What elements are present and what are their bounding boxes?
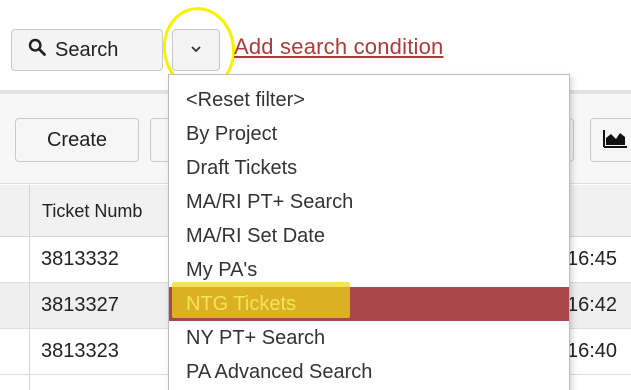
search-button[interactable]: Search <box>11 29 163 71</box>
menu-item-ma-ri-pt-search[interactable]: MA/RI PT+ Search <box>169 185 569 219</box>
ticket-time: 16:40 <box>567 340 618 362</box>
add-search-condition-link[interactable]: Add search condition <box>234 34 443 60</box>
page: Search Add search condition Create Ticke… <box>0 0 631 390</box>
search-dropdown-toggle[interactable] <box>172 29 220 71</box>
chart-button[interactable] <box>590 118 631 162</box>
chevron-down-icon <box>189 41 203 59</box>
search-conditions-menu: <Reset filter> By Project Draft Tickets … <box>168 74 570 390</box>
area-chart-icon <box>603 128 627 153</box>
ticket-number: 3813323 <box>41 340 119 362</box>
menu-item-ntg-tickets[interactable]: NTG Tickets <box>169 287 569 321</box>
ticket-time: 16:45 <box>567 248 618 270</box>
search-icon <box>28 38 46 62</box>
menu-item-pa-advanced-search[interactable]: PA Advanced Search <box>169 355 569 389</box>
menu-item-draft-tickets[interactable]: Draft Tickets <box>169 151 569 185</box>
menu-item-ny-pt-search[interactable]: NY PT+ Search <box>169 321 569 355</box>
column-separator <box>29 185 30 390</box>
ticket-number: 3813327 <box>41 294 119 316</box>
menu-item-reset-filter[interactable]: <Reset filter> <box>169 83 569 117</box>
ticket-time: 16:42 <box>567 294 618 316</box>
create-button[interactable]: Create <box>15 118 139 162</box>
menu-item-ma-ri-set-date[interactable]: MA/RI Set Date <box>169 219 569 253</box>
search-button-label: Search <box>55 38 119 61</box>
menu-item-my-pas[interactable]: My PA's <box>169 253 569 287</box>
menu-item-by-project[interactable]: By Project <box>169 117 569 151</box>
column-header-ticket-number[interactable]: Ticket Numb <box>42 201 142 222</box>
ticket-number: 3813332 <box>41 248 119 270</box>
